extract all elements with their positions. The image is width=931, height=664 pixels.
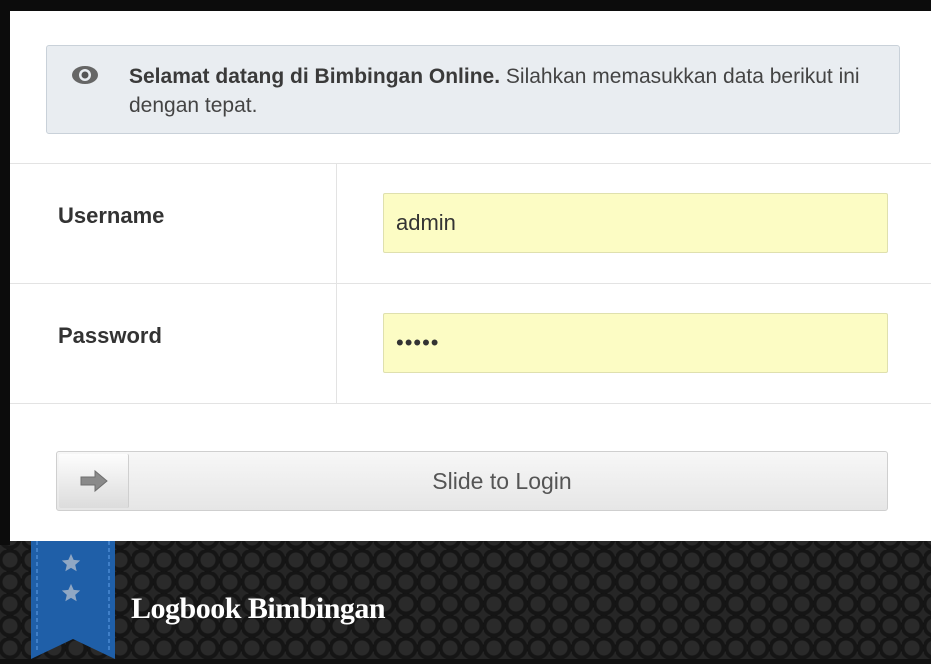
eye-icon [71, 65, 99, 85]
divider [10, 163, 931, 164]
login-card: Selamat datang di Bimbingan Online. Sila… [10, 11, 931, 541]
alert-title: Selamat datang di Bimbingan Online. [129, 65, 501, 88]
password-input[interactable] [383, 313, 888, 373]
username-input[interactable] [383, 193, 888, 253]
password-label: Password [58, 323, 162, 348]
slide-to-login[interactable]: Slide to Login [56, 451, 888, 511]
left-border [0, 0, 10, 545]
alert-text: Selamat datang di Bimbingan Online. Sila… [129, 62, 869, 120]
star-icon [60, 582, 82, 609]
divider [10, 283, 931, 284]
top-border [0, 0, 931, 11]
brand-title: Logbook Bimbingan [131, 592, 386, 625]
star-icon [60, 552, 82, 579]
username-label: Username [58, 203, 165, 228]
divider [10, 403, 931, 404]
slider-label: Slide to Login [432, 468, 572, 494]
welcome-alert: Selamat datang di Bimbingan Online. Sila… [46, 45, 900, 134]
